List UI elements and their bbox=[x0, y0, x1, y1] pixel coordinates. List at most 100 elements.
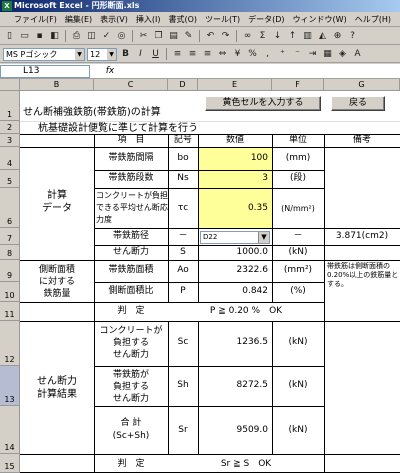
column-header-g[interactable]: G bbox=[324, 79, 400, 91]
menu-bar: ファイル(F) 編集(E) 表示(V) 挿入(I) 書式(O) ツール(T) デ… bbox=[0, 12, 400, 27]
column-header-c[interactable]: C bbox=[94, 79, 168, 91]
menu-file[interactable]: ファイル(F) bbox=[0, 14, 61, 25]
bold-button[interactable]: B bbox=[119, 48, 132, 61]
calc-data-group-label: 計算 データ bbox=[42, 190, 72, 214]
row-header-12[interactable]: 12 bbox=[0, 321, 20, 366]
save-icon[interactable]: ▪ bbox=[33, 30, 46, 43]
sort-ascending-icon[interactable]: ↓ bbox=[271, 30, 284, 43]
column-header-e[interactable]: E bbox=[198, 79, 272, 91]
item-total-shear: 合 計 (Sc+Sh) bbox=[112, 418, 150, 441]
font-name-select[interactable]: MS Pゴシック ▼ bbox=[3, 47, 85, 61]
cut-icon[interactable]: ✂ bbox=[137, 30, 150, 43]
open-icon[interactable]: ▭ bbox=[18, 30, 31, 43]
worksheet-grid[interactable]: B C D E F G 1 2 3 4 5 6 7 8 9 10 11 12 1… bbox=[0, 79, 400, 473]
redo-icon[interactable]: ↷ bbox=[219, 30, 232, 43]
row-header-10[interactable]: 10 bbox=[0, 282, 20, 302]
column-header-f[interactable]: F bbox=[272, 79, 324, 91]
row-header-1[interactable]: 1 bbox=[0, 91, 20, 121]
print-preview-icon[interactable]: ◫ bbox=[85, 30, 98, 43]
name-box[interactable]: L13 bbox=[0, 64, 90, 78]
table-border bbox=[94, 188, 324, 189]
row-header-14[interactable]: 14 bbox=[0, 406, 20, 454]
header-note: 備考 bbox=[352, 135, 371, 145]
menu-tools[interactable]: ツール(T) bbox=[201, 14, 244, 25]
row-header-15[interactable]: 15 bbox=[0, 454, 20, 473]
fill-color-icon[interactable]: ◈ bbox=[336, 48, 349, 61]
decrease-decimal-icon[interactable]: ⁻ bbox=[291, 48, 304, 61]
value-shear-force: 1000.0 bbox=[236, 247, 269, 257]
column-header-d[interactable]: D bbox=[168, 79, 198, 91]
font-color-icon[interactable]: A bbox=[351, 48, 364, 61]
menu-window[interactable]: ウィンドウ(W) bbox=[289, 14, 351, 25]
percent-icon[interactable]: % bbox=[246, 48, 259, 61]
table-border bbox=[20, 147, 400, 148]
borders-icon[interactable]: ▦ bbox=[321, 48, 334, 61]
row-header-2[interactable]: 2 bbox=[0, 121, 20, 134]
value-tie-rows[interactable]: 3 bbox=[198, 173, 268, 184]
unit-mm2: (mm²) bbox=[283, 265, 313, 275]
menu-insert[interactable]: 挿入(I) bbox=[132, 14, 165, 25]
column-header-b[interactable]: B bbox=[20, 79, 94, 91]
row-header-7[interactable]: 7 bbox=[0, 228, 20, 245]
drawing-icon[interactable]: ◭ bbox=[316, 30, 329, 43]
new-icon[interactable]: ▯ bbox=[3, 30, 16, 43]
format-painter-icon[interactable]: ✎ bbox=[182, 30, 195, 43]
paste-icon[interactable]: ▤ bbox=[167, 30, 180, 43]
align-left-icon[interactable]: ≡ bbox=[171, 48, 184, 61]
underline-button[interactable]: U bbox=[149, 48, 162, 61]
indent-icon[interactable]: ⇥ bbox=[306, 48, 319, 61]
merge-center-icon[interactable]: ⇔ bbox=[216, 48, 229, 61]
menu-data[interactable]: データ(D) bbox=[244, 14, 288, 25]
chart-wizard-icon[interactable]: ▥ bbox=[301, 30, 314, 43]
menu-help[interactable]: ヘルプ(H) bbox=[351, 14, 395, 25]
comma-icon[interactable]: , bbox=[261, 48, 274, 61]
row-header-6[interactable]: 6 bbox=[0, 188, 20, 228]
row-header-11[interactable]: 11 bbox=[0, 302, 20, 321]
row-header-5[interactable]: 5 bbox=[0, 170, 20, 188]
research-icon[interactable]: ◎ bbox=[115, 30, 128, 43]
value-tie-spacing[interactable]: 100 bbox=[198, 153, 268, 164]
fx-icon[interactable]: fx bbox=[90, 66, 130, 76]
table-border bbox=[20, 454, 400, 455]
spellcheck-icon[interactable]: ✓ bbox=[100, 30, 113, 43]
permission-icon[interactable]: ◧ bbox=[48, 30, 61, 43]
value-tau-c[interactable]: 0.35 bbox=[198, 203, 268, 214]
symbol-dash: － bbox=[178, 231, 188, 241]
italic-button[interactable]: I bbox=[134, 48, 147, 61]
undo-icon[interactable]: ↶ bbox=[204, 30, 217, 43]
select-all-corner[interactable] bbox=[0, 79, 20, 91]
tie-diameter-select[interactable]: D22 ▼ bbox=[200, 231, 270, 244]
autosum-icon[interactable]: Σ bbox=[256, 30, 269, 43]
menu-format[interactable]: 書式(O) bbox=[164, 14, 201, 25]
symbol-sh: Sh bbox=[177, 380, 189, 390]
increase-decimal-icon[interactable]: ⁺ bbox=[276, 48, 289, 61]
value-total-shear: 9509.0 bbox=[236, 425, 269, 435]
unit-dan: (段) bbox=[289, 173, 307, 183]
print-icon[interactable]: ⎙ bbox=[70, 30, 83, 43]
excel-icon: X bbox=[2, 1, 12, 11]
align-right-icon[interactable]: ≡ bbox=[201, 48, 214, 61]
back-button[interactable]: 戻る bbox=[331, 96, 385, 111]
hyperlink-icon[interactable]: ∞ bbox=[241, 30, 254, 43]
font-size-select[interactable]: 12 ▼ bbox=[87, 47, 117, 61]
sheet-subtitle: 杭基礎設計便覧に準じて計算を行う bbox=[38, 123, 198, 134]
row-header-4[interactable]: 4 bbox=[0, 147, 20, 170]
row-header-8[interactable]: 8 bbox=[0, 245, 20, 260]
menu-edit[interactable]: 編集(E) bbox=[61, 14, 96, 25]
help-icon[interactable]: ? bbox=[346, 30, 359, 43]
table-border bbox=[20, 260, 400, 261]
row-header-9[interactable]: 9 bbox=[0, 260, 20, 282]
zoom-icon[interactable]: ⊕ bbox=[331, 30, 344, 43]
chevron-down-icon[interactable]: ▼ bbox=[258, 232, 269, 243]
row-header-13[interactable]: 13 bbox=[0, 366, 20, 406]
copy-icon[interactable]: ❐ bbox=[152, 30, 165, 43]
sort-descending-icon[interactable]: ↑ bbox=[286, 30, 299, 43]
table-border bbox=[20, 302, 324, 303]
formula-input[interactable] bbox=[130, 65, 400, 78]
input-yellow-cells-button[interactable]: 黄色セルを入力する bbox=[205, 96, 321, 111]
align-center-icon[interactable]: ≡ bbox=[186, 48, 199, 61]
currency-icon[interactable]: ¥ bbox=[231, 48, 244, 61]
menu-view[interactable]: 表示(V) bbox=[96, 14, 132, 25]
row-header-3[interactable]: 3 bbox=[0, 134, 20, 147]
item-shear-force: せん断力 bbox=[112, 247, 149, 257]
